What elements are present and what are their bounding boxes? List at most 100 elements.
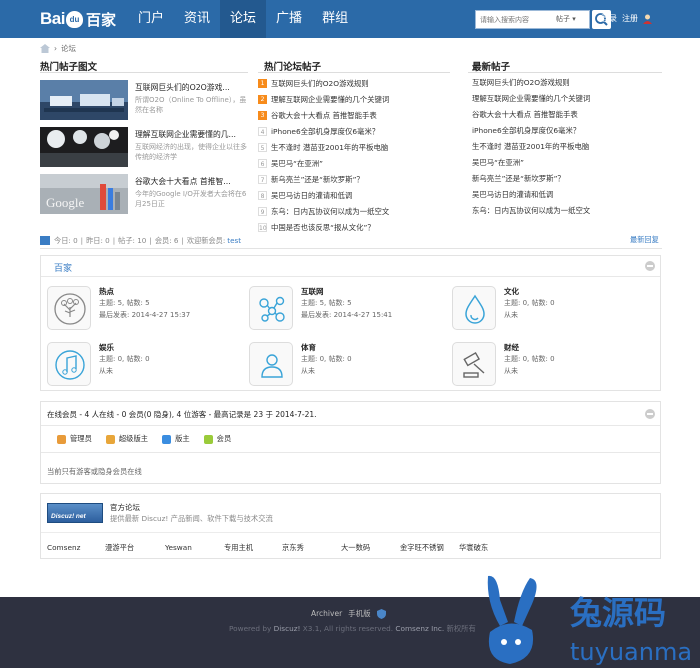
category-title[interactable]: 百家 xyxy=(54,261,72,274)
friend-link[interactable]: 金字旺不锈钢 xyxy=(400,543,459,553)
search-scope-select[interactable]: 帖子 ▾ xyxy=(556,11,576,28)
archiver-link[interactable]: Archiver xyxy=(311,609,342,618)
login-link[interactable]: 登录 xyxy=(601,13,617,24)
company-link[interactable]: Comsenz Inc. xyxy=(395,624,444,633)
nav-item-news[interactable]: 资讯 xyxy=(174,0,220,38)
hot-post-title[interactable]: 中国是否也该反思“报从文化”？ xyxy=(271,220,375,235)
pic-post-title[interactable]: 理解互联网企业需要懂的几... xyxy=(135,129,250,140)
list-item[interactable]: 7 新乌亮兰”还是“新坎罗斯”？ xyxy=(258,171,458,187)
list-item[interactable]: 1 互联网巨头们的O2O游戏规则 xyxy=(258,75,458,91)
collapse-icon[interactable] xyxy=(645,261,655,271)
person-icon[interactable] xyxy=(249,342,293,386)
list-item[interactable]: 3 谷歌大会十大看点 首推智能手表 xyxy=(258,107,458,123)
nav-item-forum[interactable]: 论坛 xyxy=(220,0,267,38)
forum-name[interactable]: 互联网 xyxy=(301,286,324,297)
user-icon[interactable] xyxy=(643,14,652,24)
links-title[interactable]: 官方论坛 xyxy=(110,502,140,513)
forum-item[interactable]: 热点 主题: 5, 帖数: 5 最后发表: 2014-4-27 15:37 xyxy=(41,283,236,331)
pic-post-item[interactable]: 理解互联网企业需要懂的几... 互联网经济的出现，使得企业以往多传统的经济学 xyxy=(40,127,248,167)
powered-by-text: Powered by xyxy=(229,624,272,633)
site-logo[interactable]: Bai du 百家 xyxy=(40,9,116,29)
discuz-link[interactable]: Discuz! xyxy=(274,624,301,633)
list-item[interactable]: 6 吴巴马“在亚洲” xyxy=(258,155,458,171)
list-item[interactable]: 10 中国是否也该反思“报从文化”？ xyxy=(258,219,458,235)
friend-link[interactable]: Yeswan xyxy=(165,543,224,553)
friend-link[interactable]: 漫游平台 xyxy=(105,543,165,553)
list-item[interactable]: 吴巴马访日的灌请和低调 xyxy=(472,187,662,203)
hot-post-title[interactable]: 吴巴马“在亚洲” xyxy=(271,156,323,171)
list-item[interactable]: 4 iPhone6全部机身厚度仅6毫米？ xyxy=(258,123,458,139)
forum-last-post[interactable]: 最后发表: 2014-4-27 15:37 xyxy=(99,310,190,320)
hot-post-title[interactable]: 互联网巨头们的O2O游戏规则 xyxy=(271,76,369,91)
list-item[interactable]: 东乌：日内瓦协议何以成为一纸空文 xyxy=(472,203,662,219)
hot-post-title[interactable]: 东乌：日内瓦协议何以成为一纸空文 xyxy=(271,204,389,219)
pic-post-title[interactable]: 互联网巨头们的O2O游戏... xyxy=(135,82,250,93)
new-member-link[interactable]: test xyxy=(227,236,241,245)
list-item[interactable]: 生不逢时 潜苗亚2001年的平板电脑 xyxy=(472,139,662,155)
friend-link[interactable]: 京东秀 xyxy=(282,543,341,553)
forum-name[interactable]: 热点 xyxy=(99,286,114,297)
nav-item-groups[interactable]: 群组 xyxy=(312,0,358,38)
home-icon[interactable] xyxy=(40,43,50,53)
friend-link[interactable]: 华寰破东 xyxy=(459,543,488,553)
music-icon[interactable] xyxy=(47,342,91,386)
forum-item[interactable]: 体育 主题: 0, 帖数: 0 从未 xyxy=(243,339,438,387)
collapse-icon[interactable] xyxy=(645,409,655,419)
pic-post-desc: 今年的Google I/O开发者大会将在6月25日正 xyxy=(135,190,247,208)
legend-super-mod: 超级版主 xyxy=(105,434,148,444)
rank-badge: 6 xyxy=(258,158,267,168)
search-input[interactable] xyxy=(476,11,554,28)
forum-name[interactable]: 文化 xyxy=(504,286,519,297)
list-item[interactable]: 5 生不逢时 潜苗亚2001年的平板电脑 xyxy=(258,139,458,155)
forum-name[interactable]: 体育 xyxy=(301,342,316,353)
forum-last-post: 从未 xyxy=(301,367,315,375)
member-icon xyxy=(203,434,213,444)
hot-post-title[interactable]: 生不逢时 潜苗亚2001年的平板电脑 xyxy=(271,140,388,155)
nav-item-broadcast[interactable]: 广播 xyxy=(266,0,312,38)
discuz-logo[interactable]: Discuz! net xyxy=(47,503,103,523)
list-item[interactable]: 理解互联网企业需要懂的几个关键词 xyxy=(472,91,662,107)
gavel-icon[interactable] xyxy=(452,342,496,386)
register-link[interactable]: 注册 xyxy=(622,13,638,24)
breadcrumb-current[interactable]: 论坛 xyxy=(61,43,76,54)
forum-name[interactable]: 娱乐 xyxy=(99,342,114,353)
list-item[interactable]: 吴巴马“在亚洲” xyxy=(472,155,662,171)
list-item[interactable]: iPhone6全部机身厚度仅6毫米？ xyxy=(472,123,662,139)
hot-post-title[interactable]: 新乌亮兰”还是“新坎罗斯”？ xyxy=(271,172,364,187)
list-item[interactable]: 谷歌大会十大看点 首推智能手表 xyxy=(472,107,662,123)
pic-post-thumbnail[interactable] xyxy=(40,80,128,120)
hot-post-title[interactable]: 谷歌大会十大看点 首推智能手表 xyxy=(271,108,377,123)
online-summary[interactable]: 在线会员 - 4 人在线 - 0 会员(0 隐身), 4 位游客 - 最高记录是… xyxy=(47,409,317,420)
hot-post-title[interactable]: iPhone6全部机身厚度仅6毫米？ xyxy=(271,124,379,139)
list-item[interactable]: 2 理解互联网企业需要懂的几个关键词 xyxy=(258,91,458,107)
forum-item[interactable]: 娱乐 主题: 0, 帖数: 0 从未 xyxy=(41,339,236,387)
pic-post-item[interactable]: 互联网巨头们的O2O游戏... 所谓O2O（Online To Offline）… xyxy=(40,80,248,120)
pic-posts-title: 热门帖子图文 xyxy=(40,62,98,73)
tree-icon[interactable] xyxy=(47,286,91,330)
pic-post-title[interactable]: 谷歌大会十大看点 首推智... xyxy=(135,176,250,187)
rank-badge: 9 xyxy=(258,206,267,216)
hot-post-title[interactable]: 吴巴马访日的灌请和低调 xyxy=(271,188,352,203)
latest-reply-link[interactable]: 最新回复 xyxy=(630,235,659,245)
list-item[interactable]: 9 东乌：日内瓦协议何以成为一纸空文 xyxy=(258,203,458,219)
pic-post-thumbnail[interactable]: Google xyxy=(40,174,128,214)
forum-name[interactable]: 财经 xyxy=(504,342,519,353)
shield-icon[interactable] xyxy=(376,608,386,619)
list-item[interactable]: 8 吴巴马访日的灌请和低调 xyxy=(258,187,458,203)
drop-icon[interactable] xyxy=(452,286,496,330)
friend-link[interactable]: Comsenz xyxy=(47,543,105,553)
forum-last-post[interactable]: 最后发表: 2014-4-27 15:41 xyxy=(301,310,392,320)
forum-item[interactable]: 文化 主题: 0, 帖数: 0 从未 xyxy=(446,283,641,331)
list-item[interactable]: 互联网巨头们的O2O游戏规则 xyxy=(472,75,662,91)
friend-link[interactable]: 大一数码 xyxy=(341,543,400,553)
forum-item[interactable]: 互联网 主题: 5, 帖数: 5 最后发表: 2014-4-27 15:41 xyxy=(243,283,438,331)
network-icon[interactable] xyxy=(249,286,293,330)
friend-link[interactable]: 专用主机 xyxy=(224,543,282,553)
hot-post-title[interactable]: 理解互联网企业需要懂的几个关键词 xyxy=(271,92,389,107)
pic-post-thumbnail[interactable] xyxy=(40,127,128,167)
forum-item[interactable]: 财经 主题: 0, 帖数: 0 从未 xyxy=(446,339,641,387)
mobile-link[interactable]: 手机版 xyxy=(348,608,371,619)
list-item[interactable]: 新乌亮兰”还是“新坎罗斯”？ xyxy=(472,171,662,187)
pic-post-item[interactable]: Google 谷歌大会十大看点 首推智... 今年的Google I/O开发者大… xyxy=(40,174,248,214)
nav-item-portal[interactable]: 门户 xyxy=(128,0,174,38)
